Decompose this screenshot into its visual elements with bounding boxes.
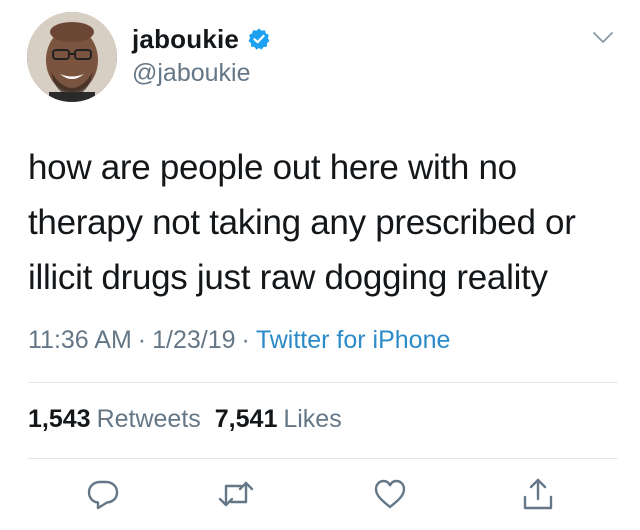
name-row: jaboukie	[132, 22, 271, 56]
likes-stat[interactable]: 7,541 Likes	[215, 405, 342, 433]
reply-button[interactable]	[83, 474, 123, 514]
retweet-icon	[218, 481, 254, 507]
tweet-text: how are people out here with no therapy …	[28, 148, 576, 297]
like-button[interactable]	[370, 474, 410, 514]
reply-icon	[87, 480, 119, 510]
user-handle[interactable]: @jaboukie	[132, 59, 251, 88]
retweets-count: 1,543	[28, 405, 91, 433]
tweet-date[interactable]: 1/23/19	[152, 326, 235, 354]
share-icon	[523, 478, 553, 510]
tweet-meta: 11:36 AM · 1/23/19 · Twitter for iPhone	[28, 326, 450, 355]
divider	[28, 382, 618, 383]
retweet-button[interactable]	[216, 474, 256, 514]
avatar-image	[27, 12, 117, 102]
verified-badge-icon	[247, 27, 271, 51]
display-name[interactable]: jaboukie	[132, 24, 239, 55]
action-bar	[0, 474, 640, 518]
tweet-card: jaboukie @jaboukie how are people out he…	[0, 0, 640, 530]
chevron-down-icon[interactable]	[592, 30, 614, 46]
avatar[interactable]	[27, 12, 117, 102]
heart-icon	[374, 479, 406, 509]
likes-label: Likes	[283, 405, 342, 433]
likes-count: 7,541	[214, 405, 278, 433]
meta-separator: ·	[137, 326, 147, 354]
meta-separator: ·	[241, 326, 250, 354]
tweet-source-link[interactable]: Twitter for iPhone	[256, 326, 451, 354]
retweets-label: Retweets	[96, 405, 201, 433]
tweet-time[interactable]: 11:36 AM	[28, 326, 132, 354]
tweet-stats: 1,543 Retweets 7,541 Likes	[28, 405, 342, 434]
divider	[28, 458, 618, 459]
retweets-stat[interactable]: 1,543 Retweets	[28, 405, 201, 433]
share-button[interactable]	[518, 474, 558, 514]
